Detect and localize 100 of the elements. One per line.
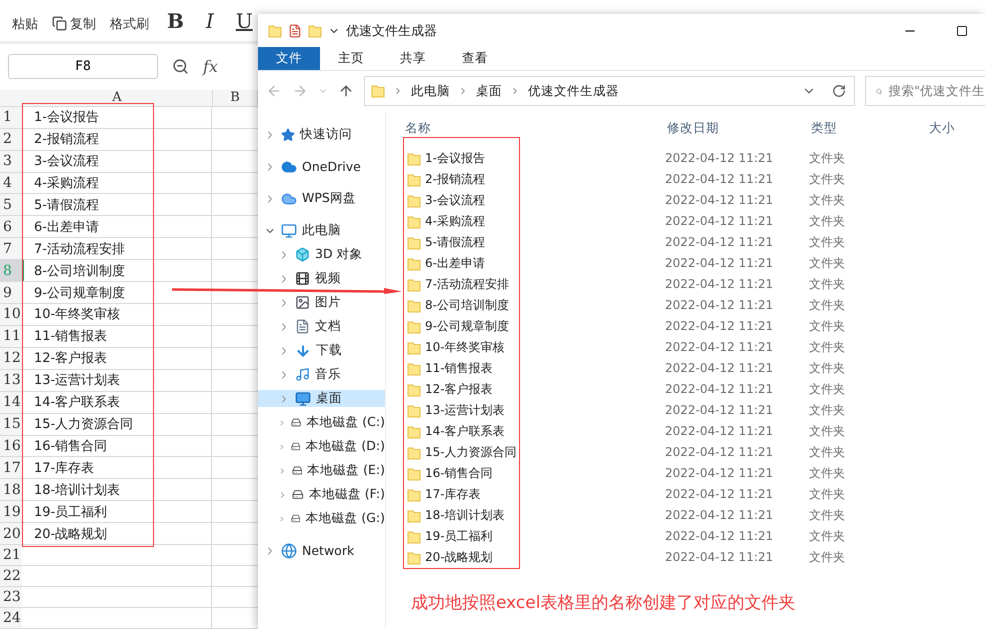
breadcrumb-item[interactable]: 优速文件生成器 [528, 82, 619, 100]
folder-icon [407, 152, 421, 166]
nav-item[interactable]: 本地磁盘 (C:) [258, 414, 385, 431]
breadcrumb-item[interactable]: 此电脑 [411, 82, 450, 100]
column-header[interactable]: 名称 [403, 120, 665, 137]
file-name[interactable]: 4-采购流程 [425, 213, 485, 230]
nav-item[interactable]: WPS网盘 [258, 190, 385, 207]
nav-item[interactable]: 下载 [258, 342, 385, 359]
file-type: 文件夹 [809, 318, 846, 335]
row-header[interactable]: 19 [0, 501, 22, 522]
file-name[interactable]: 8-公司培训制度 [425, 297, 509, 314]
row-header[interactable]: 17 [0, 457, 22, 478]
name-box[interactable]: F8 [8, 54, 158, 80]
ribbon-tab[interactable]: 主页 [320, 47, 382, 70]
file-name[interactable]: 16-销售合同 [425, 465, 493, 482]
ribbon-tab[interactable]: 文件 [258, 47, 320, 70]
modified-date: 2022-04-12 11:21 [665, 444, 774, 461]
row-header[interactable]: 23 [0, 587, 22, 607]
folder-icon [268, 24, 282, 38]
nav-item[interactable]: OneDrive [258, 158, 385, 175]
file-name[interactable]: 6-出差申请 [425, 255, 485, 272]
row-header[interactable]: 18 [0, 479, 22, 500]
modified-date: 2022-04-12 11:21 [665, 171, 774, 188]
maximize-icon[interactable] [956, 24, 968, 36]
file-name[interactable]: 19-员工福利 [425, 528, 493, 545]
row-header[interactable]: 13 [0, 370, 22, 391]
row-header[interactable]: 11 [0, 326, 22, 347]
row-header[interactable]: 10 [0, 304, 22, 325]
format-button[interactable]: I [202, 8, 218, 33]
file-name[interactable]: 15-人力资源合同 [425, 444, 517, 461]
column-header[interactable]: 修改日期 [665, 120, 809, 137]
refresh-icon[interactable] [832, 84, 846, 98]
row-header[interactable]: 4 [0, 172, 22, 194]
cell-text: 13-运营计划表 [34, 372, 120, 390]
ribbon-button[interactable]: 复制 [52, 14, 96, 33]
file-name[interactable]: 11-销售报表 [425, 360, 493, 377]
row-header[interactable]: 15 [0, 414, 22, 435]
up-icon[interactable] [338, 83, 354, 99]
file-name[interactable]: 7-活动流程安排 [425, 276, 509, 293]
format-button[interactable]: B [163, 8, 188, 33]
zoom-out-icon[interactable] [172, 58, 189, 76]
nav-item[interactable]: 本地磁盘 (G:) [258, 510, 385, 527]
nav-item[interactable]: 图片 [258, 294, 385, 311]
back-icon[interactable] [266, 83, 282, 99]
row-header[interactable]: 24 [0, 608, 22, 628]
row-header[interactable]: 20 [0, 523, 22, 544]
nav-item[interactable]: 桌面 [258, 390, 385, 407]
nav-item[interactable]: 本地磁盘 (D:) [258, 438, 385, 455]
nav-item[interactable]: 本地磁盘 (F:) [258, 486, 385, 503]
nav-item[interactable]: 本地磁盘 (E:) [258, 462, 385, 479]
file-name[interactable]: 3-会议流程 [425, 192, 485, 209]
forward-icon[interactable] [292, 83, 308, 99]
file-name[interactable]: 1-会议报告 [425, 150, 485, 167]
file-name[interactable]: 5-请假流程 [425, 234, 485, 251]
nav-item[interactable]: 此电脑 [258, 222, 385, 239]
column-header[interactable]: 大小 [927, 120, 985, 137]
nav-item[interactable]: 文档 [258, 318, 385, 335]
row-header[interactable]: 7 [0, 238, 22, 260]
file-name[interactable]: 12-客户报表 [425, 381, 493, 398]
modified-date: 2022-04-12 11:21 [665, 255, 774, 272]
file-name[interactable]: 18-培训计划表 [425, 507, 505, 524]
row-header[interactable]: 14 [0, 392, 22, 413]
file-name[interactable]: 9-公司规章制度 [425, 318, 509, 335]
modified-date: 2022-04-12 11:21 [665, 360, 774, 377]
file-name[interactable]: 14-客户联系表 [425, 423, 505, 440]
column-header[interactable]: A [22, 90, 213, 106]
row-header[interactable]: 22 [0, 566, 22, 586]
folder-icon [308, 24, 322, 38]
row-header[interactable]: 6 [0, 216, 22, 238]
format-button[interactable]: U [232, 8, 257, 33]
nav-item[interactable]: 视频 [258, 270, 385, 287]
row-header[interactable]: 1 [0, 106, 22, 128]
row-header[interactable]: 21 [0, 545, 22, 566]
nav-item[interactable]: Network [258, 542, 385, 559]
search-field[interactable]: 搜索"优速文件生 [865, 76, 985, 106]
breadcrumb-item[interactable]: 桌面 [476, 82, 502, 100]
ribbon-tab[interactable]: 查看 [444, 47, 506, 70]
ribbon-button[interactable]: 格式刷 [110, 14, 149, 33]
nav-item[interactable]: 快速访问 [258, 126, 385, 143]
row-header[interactable]: 12 [0, 348, 22, 369]
file-name[interactable]: 2-报销流程 [425, 171, 485, 188]
file-name[interactable]: 10-年终奖审核 [425, 339, 505, 356]
nav-item[interactable]: 音乐 [258, 366, 385, 383]
file-name[interactable]: 17-库存表 [425, 486, 481, 503]
ribbon-button[interactable]: 粘贴 [12, 14, 38, 33]
row-header[interactable]: 5 [0, 194, 22, 216]
cell-text: 12-客户报表 [34, 350, 108, 368]
column-header[interactable]: 类型 [809, 120, 927, 137]
folder-icon [407, 488, 421, 502]
checklist-icon[interactable] [288, 24, 302, 38]
row-header[interactable]: 2 [0, 128, 22, 150]
file-name[interactable]: 20-战略规划 [425, 549, 493, 566]
address-bar[interactable]: 此电脑 桌面 优速文件生成器 [364, 76, 855, 106]
ribbon-tab[interactable]: 共享 [382, 47, 444, 70]
modified-date: 2022-04-12 11:21 [665, 318, 774, 335]
row-header[interactable]: 9 [0, 282, 22, 304]
file-name[interactable]: 13-运营计划表 [425, 402, 505, 419]
nav-item[interactable]: 3D 对象 [258, 246, 385, 263]
row-header[interactable]: 3 [0, 150, 22, 172]
row-header[interactable]: 16 [0, 436, 22, 456]
